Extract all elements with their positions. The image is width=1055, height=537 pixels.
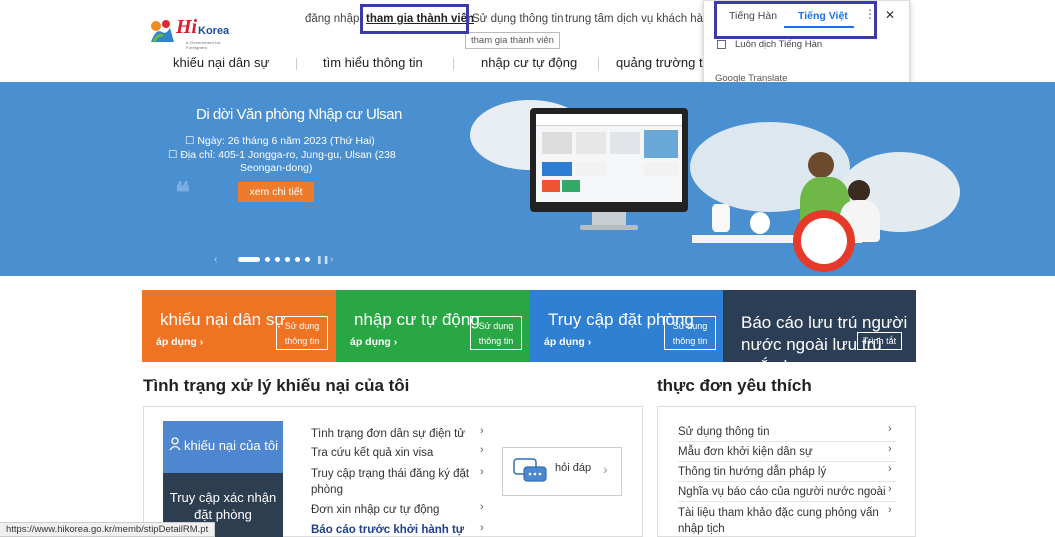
chevron-right-icon: › xyxy=(480,466,484,478)
divider xyxy=(678,441,896,442)
tile-apply-link[interactable]: áp dụng › xyxy=(350,336,397,348)
chevron-right-icon: › xyxy=(888,504,892,516)
tile-info-button[interactable]: Sử dụng thông tin xyxy=(470,316,522,350)
chevron-right-icon: › xyxy=(888,463,892,475)
chevron-right-icon: › xyxy=(480,444,484,456)
qa-button[interactable]: hỏi đáp › xyxy=(502,447,622,496)
list-item[interactable]: Tình trạng đơn dân sự điện tử xyxy=(311,426,465,442)
tab-vietnamese[interactable]: Tiếng Việt xyxy=(798,10,848,22)
divider xyxy=(678,481,896,482)
list-item[interactable]: Đơn xin nhập cư tự động xyxy=(311,502,439,518)
tile-info-button[interactable]: Sử dụng thông tin xyxy=(276,316,328,350)
hero-banner: Di dời Văn phòng Nhập cư Ulsan ☐ Ngày: 2… xyxy=(0,82,1055,276)
browser-status-bar: https://www.hikorea.go.kr/memb/stipDetai… xyxy=(0,522,216,537)
banner-address: ☐ Địa chỉ: 405-1 Jongga-ro, Jung-gu, Uls… xyxy=(168,149,396,161)
view-details-button[interactable]: xem chi tiết xyxy=(238,182,314,202)
slide-dot[interactable] xyxy=(295,257,300,262)
quote-mark-icon: ❝ xyxy=(175,178,191,209)
slide-dot[interactable] xyxy=(285,257,290,262)
banner-title: Di dời Văn phòng Nhập cư Ulsan xyxy=(196,106,402,123)
more-options-icon[interactable]: ⋮ xyxy=(864,7,876,21)
logo-figure-icon xyxy=(151,20,174,43)
tile-title: nhập cư tự động xyxy=(354,310,480,329)
tile-apply-link[interactable]: áp dụng › xyxy=(156,336,203,348)
chevron-right-icon: › xyxy=(480,522,484,534)
my-complaints-button[interactable]: khiếu nại của tôi xyxy=(163,421,283,473)
tile-reservation[interactable]: Truy cập đặt phòng áp dụng › Sử dụng thôn… xyxy=(530,290,723,362)
alarm-clock-illustration xyxy=(793,210,855,272)
nav-divider xyxy=(296,58,297,70)
tile-apply-link[interactable]: áp dụng › xyxy=(544,336,591,348)
tile-info-button[interactable]: Sử dụng thông tin xyxy=(664,316,716,350)
favorite-item[interactable]: Mẫu đơn khởi kiện dân sự xyxy=(678,444,813,460)
prev-slide-icon[interactable]: ‹ xyxy=(214,254,217,265)
logo-word-korea: Korea xyxy=(198,25,230,37)
pause-icon[interactable]: ❚❚ xyxy=(316,255,329,264)
info-usage-link[interactable]: Sử dụng thông tin xyxy=(472,13,563,25)
qa-label: hỏi đáp xyxy=(555,462,592,474)
favorite-item[interactable]: Nghĩa vụ báo cáo của người nước ngoài xyxy=(678,484,886,500)
favorite-item[interactable]: Thông tin hướng dẫn pháp lý xyxy=(678,464,826,480)
favorite-item[interactable]: Sử dụng thông tin xyxy=(678,424,769,440)
tile-civil-complaints[interactable]: khiếu nại dân sự áp dụng › Sử dụng thông … xyxy=(142,290,336,362)
chevron-right-icon: › xyxy=(480,425,484,437)
google-translate-popup: Tiếng Hàn Tiếng Việt ⋮ ✕ Luôn dịch Tiếng… xyxy=(703,0,910,95)
slide-dot[interactable] xyxy=(265,257,270,262)
chevron-right-icon: › xyxy=(480,501,484,513)
close-icon[interactable]: ✕ xyxy=(885,8,895,22)
list-item[interactable]: Báo cáo trước khởi hành tự xyxy=(311,522,464,537)
person-illustration xyxy=(848,180,870,202)
next-slide-icon[interactable]: › xyxy=(330,254,333,265)
person-illustration xyxy=(808,152,834,178)
customer-center-link[interactable]: trung tâm dịch vụ khách hàng xyxy=(565,13,716,25)
logo-tagline: e-Government for Foreigners xyxy=(186,40,221,50)
list-item[interactable]: Truy cập trạng thái đăng ký đặt phòng xyxy=(311,466,491,498)
monitor-stand xyxy=(592,212,626,226)
selected-tab-underline xyxy=(784,26,854,28)
nav-find-info[interactable]: tìm hiểu thông tin xyxy=(323,55,423,70)
chevron-right-icon: › xyxy=(888,483,892,495)
nav-plaza[interactable]: quảng trường t xyxy=(616,55,703,70)
status-heading: Tình trạng xử lý khiếu nại của tôi xyxy=(143,376,410,395)
tile-short-stay-report[interactable]: Báo cáo lưu trú người nước ngoài lưu trú… xyxy=(723,290,916,362)
hikorea-logo[interactable]: Hi Korea e-Government for Foreigners xyxy=(148,16,230,50)
slide-dot[interactable] xyxy=(305,257,310,262)
slide-dot-active[interactable] xyxy=(238,257,260,262)
list-item[interactable]: Tra cứu kết quả xin visa xyxy=(311,445,433,461)
divider xyxy=(678,461,896,462)
tile-shortcut-button[interactable]: Trình tắt xyxy=(857,332,902,350)
divider xyxy=(678,501,896,502)
favorites-heading: thực đơn yêu thích xyxy=(657,376,812,395)
nav-civil-complaints[interactable]: khiếu nại dân sự xyxy=(173,55,269,70)
tile-auto-immigration[interactable]: nhập cư tự động áp dụng › Sử dụng thông t… xyxy=(336,290,530,362)
join-member-link[interactable]: tham gia thành viên xyxy=(366,13,474,25)
join-member-tooltip: tham gia thành viên xyxy=(465,32,560,49)
my-complaints-label: khiếu nại của tôi xyxy=(184,438,278,453)
favorite-item[interactable]: Tài liệu tham khảo đặc cung phỏng vấn nh… xyxy=(678,505,888,537)
banner-address-cont: Seongan-dong) xyxy=(240,162,313,174)
user-icon xyxy=(169,437,181,451)
toy-figure-illustration xyxy=(750,212,770,234)
nav-divider xyxy=(453,58,454,70)
banner-date: ☐ Ngày: 26 tháng 6 năm 2023 (Thứ Hai) xyxy=(185,135,375,147)
login-link[interactable]: đăng nhập xyxy=(305,13,359,25)
chevron-right-icon: › xyxy=(888,423,892,435)
chevron-right-icon: › xyxy=(603,461,608,477)
tab-korean[interactable]: Tiếng Hàn xyxy=(729,10,777,22)
always-translate-checkbox[interactable] xyxy=(717,40,726,49)
nav-auto-immigration[interactable]: nhập cư tự động xyxy=(481,55,577,70)
plant-pot-illustration xyxy=(712,204,730,232)
chevron-right-icon: › xyxy=(888,443,892,455)
tile-title: khiếu nại dân sự xyxy=(160,310,286,329)
chat-bubble-icon xyxy=(513,458,547,482)
logo-word-hi: Hi xyxy=(176,16,198,38)
monitor-illustration xyxy=(530,108,688,212)
slide-dot[interactable] xyxy=(275,257,280,262)
nav-divider xyxy=(598,58,599,70)
monitor-base xyxy=(580,225,638,230)
always-translate-label: Luôn dịch Tiếng Hàn xyxy=(735,39,823,50)
